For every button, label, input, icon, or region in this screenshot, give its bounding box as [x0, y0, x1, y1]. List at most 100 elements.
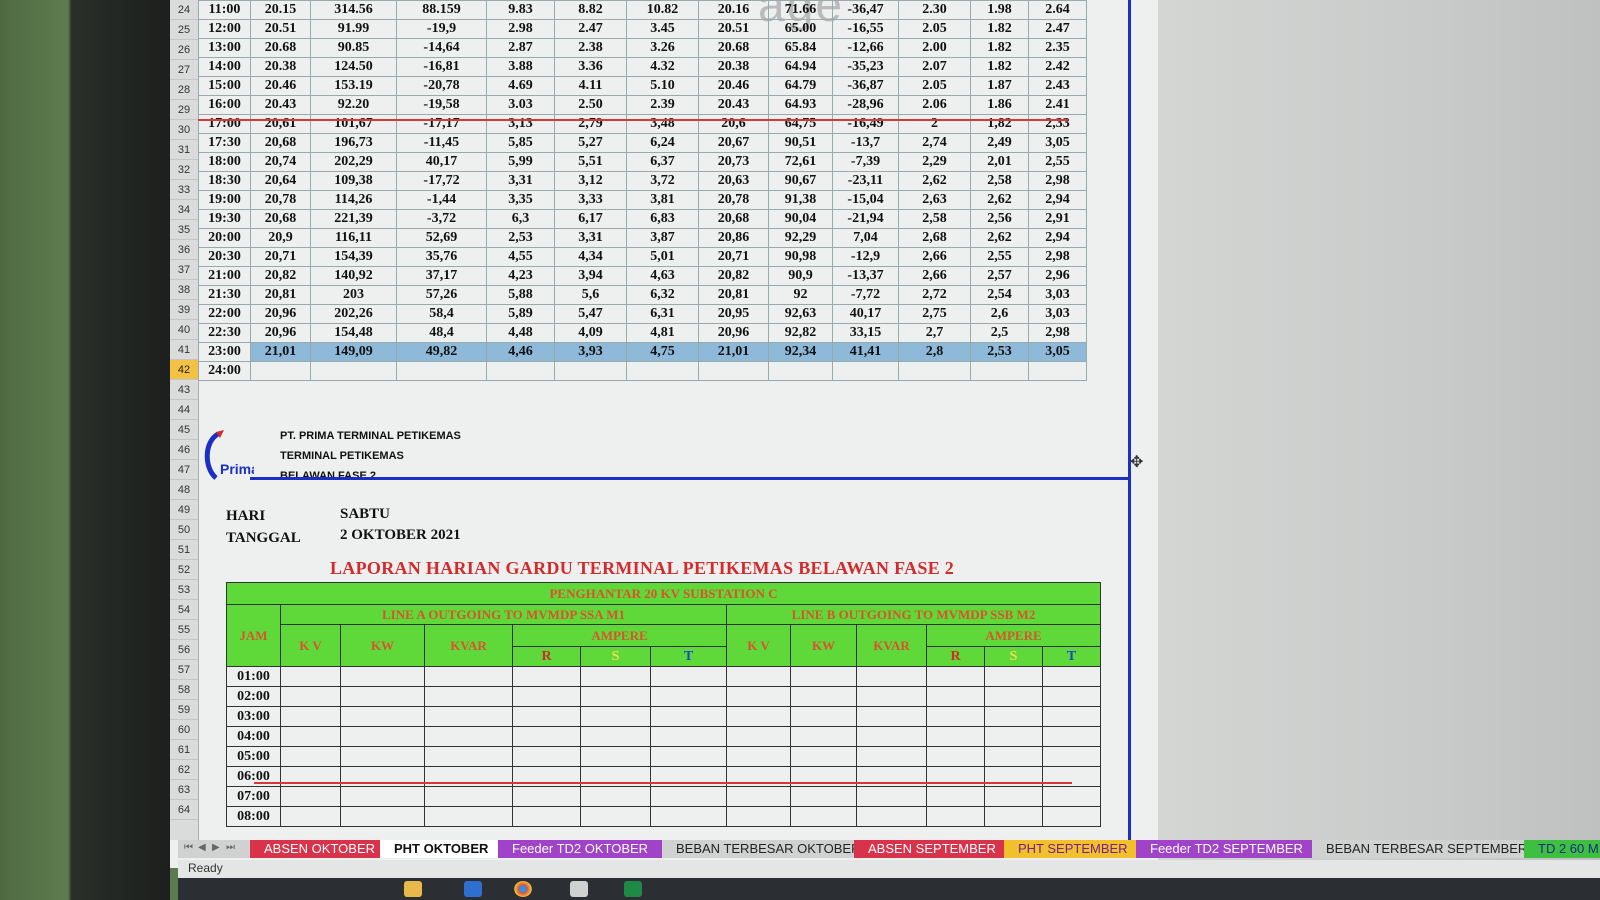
data-cell[interactable]: 2.05 [898, 19, 971, 39]
report-input-cell[interactable] [926, 686, 985, 707]
folder-icon[interactable] [404, 881, 422, 897]
data-cell[interactable]: 20,61 [250, 114, 311, 134]
row-header[interactable]: 25 [170, 20, 198, 40]
report-input-cell[interactable] [280, 706, 341, 727]
data-cell[interactable] [486, 361, 555, 381]
report-input-cell[interactable] [580, 726, 651, 747]
data-cell[interactable]: 2.98 [486, 19, 555, 39]
time-cell[interactable]: 13:00 [198, 38, 251, 58]
data-cell[interactable]: 202,29 [310, 152, 397, 172]
top-data-table[interactable]: 11:00 20.15 314.56 88.159 9.83 8.82 10.82 20.16… [198, 0, 1145, 381]
data-cell[interactable]: 4,81 [626, 323, 699, 343]
data-cell[interactable]: 20,82 [698, 266, 769, 286]
data-cell[interactable]: -14,64 [396, 38, 487, 58]
data-cell[interactable]: 20.43 [250, 95, 311, 115]
data-cell[interactable]: 5,88 [486, 285, 555, 305]
data-cell[interactable] [1028, 361, 1087, 381]
report-input-cell[interactable] [790, 686, 857, 707]
data-cell[interactable]: 109,38 [310, 171, 397, 191]
data-cell[interactable]: 4,46 [486, 342, 555, 362]
report-input-cell[interactable] [790, 786, 857, 807]
row-header[interactable]: 26 [170, 40, 198, 60]
row-header[interactable]: 47 [170, 460, 198, 480]
report-input-cell[interactable] [340, 686, 425, 707]
data-cell[interactable]: 2,94 [1028, 228, 1087, 248]
data-cell[interactable]: -35,23 [832, 57, 899, 77]
report-input-cell[interactable] [280, 786, 341, 807]
report-input-cell[interactable] [512, 726, 581, 747]
data-cell[interactable]: 6,83 [626, 209, 699, 229]
report-row[interactable]: 03:00 [226, 706, 1101, 727]
report-input-cell[interactable] [650, 806, 727, 827]
report-input-cell[interactable] [512, 806, 581, 827]
table-row[interactable]: 18:00 20,74 202,29 40,17 5,99 5,51 6,37 20,73 72… [198, 152, 1145, 172]
data-cell[interactable]: 2,66 [898, 266, 971, 286]
report-input-cell[interactable] [984, 806, 1043, 827]
data-cell[interactable]: 3,03 [1028, 304, 1087, 324]
cell-grid[interactable]: age 11:00 20.15 314.56 88.159 9.83 8.82 10.82 2… [198, 0, 1158, 840]
data-cell[interactable]: 20,71 [698, 247, 769, 267]
data-cell[interactable]: 90.85 [310, 38, 397, 58]
data-cell[interactable]: 20,78 [698, 190, 769, 210]
data-cell[interactable]: 3,13 [486, 114, 555, 134]
data-cell[interactable]: 2,55 [970, 247, 1029, 267]
report-input-cell[interactable] [650, 726, 727, 747]
data-cell[interactable] [768, 361, 833, 381]
data-cell[interactable] [554, 361, 627, 381]
table-row[interactable]: 22:30 20,96 154,48 48,4 4,48 4,09 4,81 20,96 92,… [198, 323, 1145, 343]
data-cell[interactable]: 20,67 [698, 133, 769, 153]
row-header[interactable]: 61 [170, 740, 198, 760]
row-header[interactable]: 43 [170, 380, 198, 400]
data-cell[interactable]: 2,62 [898, 171, 971, 191]
data-cell[interactable]: -13,37 [832, 266, 899, 286]
data-cell[interactable]: 40,17 [396, 152, 487, 172]
report-hour-cell[interactable]: 03:00 [226, 706, 281, 727]
row-header[interactable]: 39 [170, 300, 198, 320]
row-header[interactable]: 31 [170, 140, 198, 160]
data-cell[interactable]: 3,94 [554, 266, 627, 286]
data-cell[interactable]: 2.39 [626, 95, 699, 115]
table-row[interactable]: 15:00 20.46 153.19 -20,78 4.69 4.11 5.10 20.46 6… [198, 76, 1145, 96]
excel-icon[interactable] [624, 881, 642, 897]
report-input-cell[interactable] [1042, 786, 1101, 807]
data-cell[interactable]: 4,48 [486, 323, 555, 343]
row-header[interactable]: 60 [170, 720, 198, 740]
time-cell[interactable]: 11:00 [198, 0, 251, 20]
data-cell[interactable]: -12,9 [832, 247, 899, 267]
data-cell[interactable]: -19,9 [396, 19, 487, 39]
report-input-cell[interactable] [856, 806, 927, 827]
report-input-cell[interactable] [424, 666, 513, 687]
time-cell[interactable]: 14:00 [198, 57, 251, 77]
data-cell[interactable]: 5,47 [554, 304, 627, 324]
time-cell[interactable]: 18:00 [198, 152, 251, 172]
report-hour-cell[interactable]: 07:00 [226, 786, 281, 807]
report-input-cell[interactable] [856, 786, 927, 807]
data-cell[interactable]: 2,58 [898, 209, 971, 229]
row-header[interactable]: 40 [170, 320, 198, 340]
report-row[interactable]: 08:00 [226, 806, 1101, 827]
data-cell[interactable] [310, 361, 397, 381]
data-cell[interactable]: 92,29 [768, 228, 833, 248]
data-cell[interactable]: 203 [310, 285, 397, 305]
data-cell[interactable]: 5,85 [486, 133, 555, 153]
data-cell[interactable]: 57,26 [396, 285, 487, 305]
row-header[interactable]: 57 [170, 660, 198, 680]
data-cell[interactable]: 4.69 [486, 76, 555, 96]
data-cell[interactable]: 20.68 [698, 38, 769, 58]
data-cell[interactable]: 4,75 [626, 342, 699, 362]
row-header[interactable]: 56 [170, 640, 198, 660]
sheet-tab[interactable]: ABSEN SEPTEMBER [854, 840, 1010, 858]
row-header[interactable]: 53 [170, 580, 198, 600]
sheet-tab[interactable]: ABSEN OKTOBER [250, 840, 390, 858]
data-cell[interactable]: -13,7 [832, 133, 899, 153]
data-cell[interactable]: 20,74 [250, 152, 311, 172]
data-cell[interactable]: 2.07 [898, 57, 971, 77]
tab-nav-next-icon[interactable]: ▶ [212, 842, 220, 853]
data-cell[interactable]: 64.93 [768, 95, 833, 115]
report-input-cell[interactable] [926, 806, 985, 827]
row-header[interactable]: 27 [170, 60, 198, 80]
data-cell[interactable]: 2,96 [1028, 266, 1087, 286]
report-input-cell[interactable] [512, 686, 581, 707]
data-cell[interactable]: -20,78 [396, 76, 487, 96]
data-cell[interactable]: 114,26 [310, 190, 397, 210]
